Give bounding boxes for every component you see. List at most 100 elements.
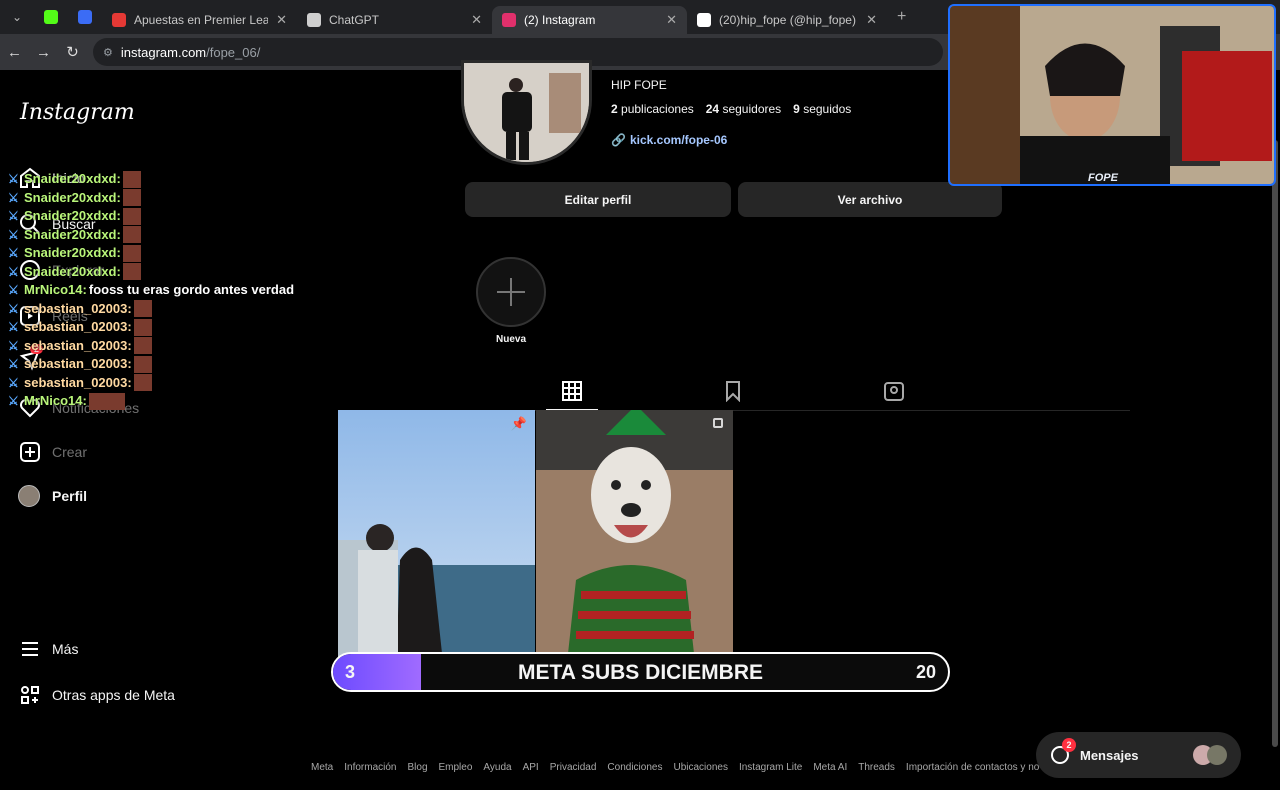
chat-emote [88,392,125,410]
browser-tab[interactable]: Apuestas en Premier League - I ✕ [102,6,297,34]
webcam-feed [950,6,1274,184]
sword-badge-icon: ⚔ [8,264,19,279]
chat-message: ⚔ MrNico14: fooss tu eras gordo antes verd… [8,281,294,300]
webcam-overlay [948,4,1276,186]
browser-tab[interactable]: (2) Instagram ✕ [492,6,687,34]
nav-more[interactable]: Más [18,637,78,661]
chat-message: ⚔ Snaider20xdxd: [8,263,294,282]
footer-link[interactable]: Ubicaciones [673,762,727,773]
chat-message: ⚔ sebastian_02003: [8,337,294,356]
footer-link[interactable]: Ayuda [483,762,511,773]
chat-username: Snaider20xdxd: [24,226,121,242]
nav-more-label: Más [52,641,79,657]
sword-badge-icon: ⚔ [8,375,19,390]
url-path: /fope_06/ [206,44,261,60]
chat-username: Snaider20xdxd: [24,189,121,205]
site-info-icon[interactable]: ⚙ [103,46,113,59]
tab-search-button[interactable]: ⌄ [0,0,34,34]
create-icon [20,442,40,462]
sword-badge-icon: ⚔ [8,357,19,371]
view-archive-button[interactable]: Ver archivo [738,182,1002,217]
profile-avatar-small [18,485,40,507]
nav-profile[interactable]: Perfil [18,485,87,507]
new-highlight-button[interactable] [476,257,546,327]
chat-emote [122,263,141,281]
close-tab-icon[interactable]: ✕ [276,12,287,28]
back-button[interactable]: ← [0,44,29,61]
footer-link[interactable]: Instagram Lite [739,762,802,773]
profile-avatar[interactable] [461,60,592,165]
new-tab-button[interactable]: + [897,8,906,26]
messages-label: Mensajes [1080,747,1139,763]
footer-link[interactable]: Privacidad [550,762,597,773]
pinned-tab-app[interactable] [68,0,102,34]
profile-photo [464,63,589,162]
chat-username: Snaider20xdxd: [24,263,121,279]
chat-message: ⚔ Snaider20xdxd: [8,189,294,208]
pinned-tab-kick[interactable] [34,0,68,34]
footer-link[interactable]: Blog [407,762,427,773]
chat-emote [133,318,152,336]
footer-link[interactable]: API [523,762,539,773]
apps-grid-icon [21,686,39,704]
app-icon [78,10,92,24]
close-tab-icon[interactable]: ✕ [866,12,877,28]
tagged-tab-icon[interactable] [883,380,905,402]
tab-favicon-icon [112,13,126,27]
saved-tab-icon[interactable] [722,380,744,402]
chat-message: ⚔ sebastian_02003: [8,374,294,393]
posts-count: 2 [611,102,618,116]
chat-emote [133,300,152,318]
stream-chat-overlay: ⚔ Snaider20xdxd: ⚔ Snaider20xdxd: ⚔ Snaider20… [8,170,294,411]
chat-username: sebastian_02003: [24,319,132,334]
sword-badge-icon: ⚔ [8,283,19,297]
following-count: 9 [793,102,800,116]
footer-link[interactable]: Threads [858,762,895,773]
following-stat[interactable]: 9 seguidos [793,102,851,116]
posts-grid-tab-icon[interactable] [561,380,583,402]
close-tab-icon[interactable]: ✕ [666,12,677,28]
footer-link[interactable]: Información [344,762,396,773]
url-host: instagram.com [120,44,207,60]
kick-icon [44,10,58,24]
messages-bubble-button[interactable]: 2 Mensajes [1036,732,1241,778]
post-image-beach [338,410,535,672]
footer-link[interactable]: Importación de contactos y no [906,762,1039,773]
chat-message: ⚔ sebastian_02003: [8,318,294,337]
chat-message: ⚔ Snaider20xdxd: [8,170,294,189]
messages-badge: 2 [1062,738,1076,752]
link-icon: 🔗 [611,133,626,147]
chat-emote [122,189,141,207]
browser-tab[interactable]: (20)hip_fope (@hip_fope) | TikT ✕ [687,6,887,34]
close-tab-icon[interactable]: ✕ [471,12,482,28]
edit-profile-button[interactable]: Editar perfil [465,182,731,217]
tab-title: (2) Instagram [524,13,596,27]
sword-badge-icon: ⚔ [8,227,19,242]
profile-link[interactable]: 🔗 kick.com/fope-06 [611,133,727,147]
chat-message: ⚔ Snaider20xdxd: [8,226,294,245]
profile-stats: 2 publicaciones 24 seguidores 9 seguidos [611,102,851,116]
forward-button[interactable]: → [29,44,58,61]
followers-stat[interactable]: 24 seguidores [706,102,781,116]
page-scrollbar[interactable] [1270,140,1280,790]
sword-badge-icon: ⚔ [8,246,19,260]
reload-button[interactable]: ↻ [58,43,87,61]
footer-link[interactable]: Meta [311,762,333,773]
instagram-logo[interactable]: Instagram [20,100,135,125]
chat-username: sebastian_02003: [24,374,132,390]
footer-link[interactable]: Condiciones [607,762,662,773]
browser-tab[interactable]: ChatGPT ✕ [297,6,492,34]
tab-favicon-icon [697,13,711,27]
footer-link[interactable]: Empleo [439,762,473,773]
footer-link[interactable]: Meta AI [813,762,847,773]
scrollbar-thumb[interactable] [1272,140,1278,747]
nav-create[interactable]: Crear [18,440,87,464]
sword-badge-icon: ⚔ [8,172,19,186]
post-thumbnail[interactable] [536,410,733,672]
sword-badge-icon: ⚔ [8,209,19,223]
tab-favicon-icon [502,13,516,27]
chat-username: sebastian_02003: [24,300,132,316]
post-thumbnail[interactable]: 📌 [338,410,535,672]
sword-badge-icon: ⚔ [8,190,19,205]
nav-meta-apps[interactable]: Otras apps de Meta [18,683,175,707]
